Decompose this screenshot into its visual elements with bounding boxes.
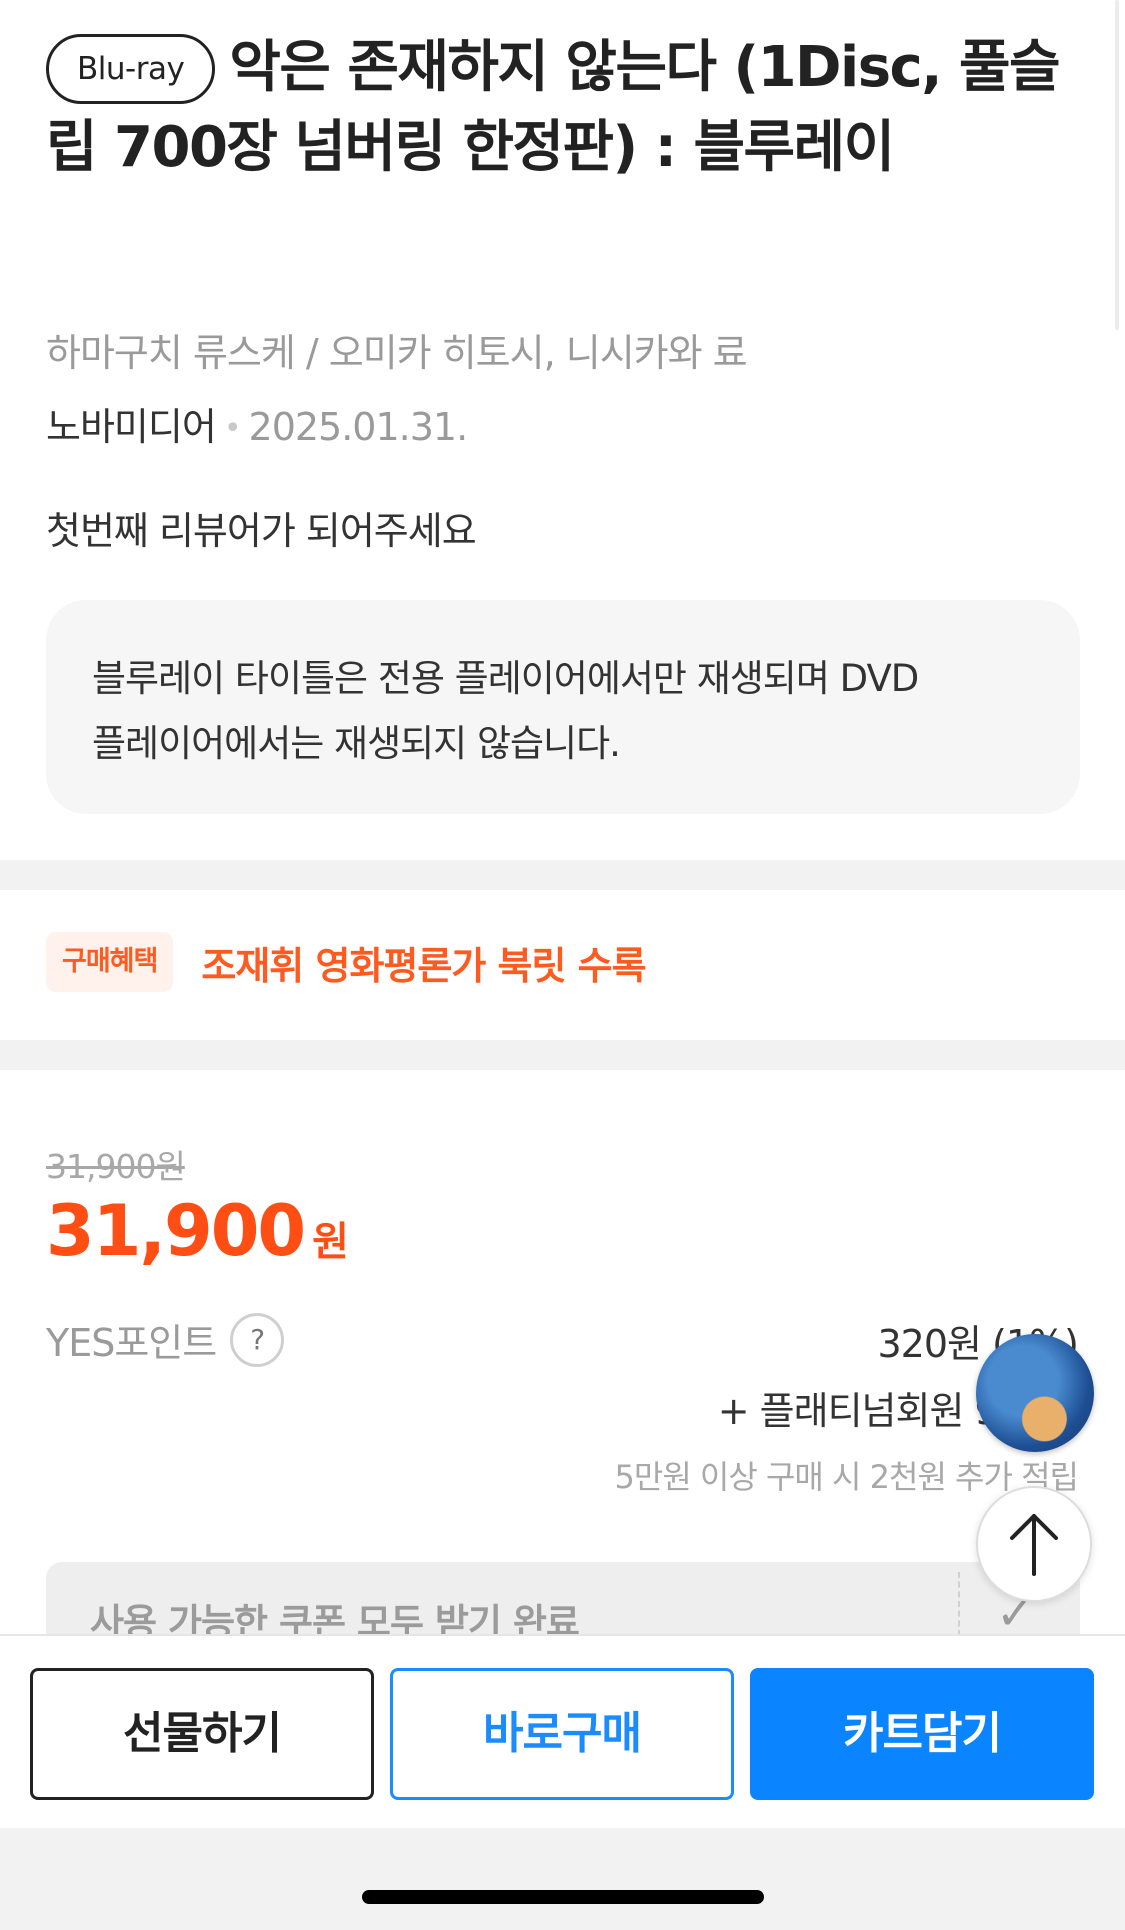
benefit-text: 조재휘 영화평론가 북릿 수록 [201,943,646,988]
purchase-benefit[interactable]: 구매혜택 조재휘 영화평론가 북릿 수록 [46,930,647,994]
notice-line-2: 플레이어에서는 재생되지 않습니다. [92,722,621,765]
sale-price: 31,900 원 [46,1190,349,1272]
separator-dot: • [223,411,242,446]
home-indicator[interactable] [362,1890,764,1904]
home-indicator-area [0,1828,1125,1930]
sale-price-unit: 원 [312,1219,349,1265]
release-date: 2025.01.31. [248,405,469,449]
coupon-download-bar[interactable]: 사용 가능한 쿠폰 모두 받기 완료 ✓ [46,1562,1080,1636]
profile-avatar[interactable] [976,1334,1094,1452]
publisher-name[interactable]: 노바미디어 [46,405,217,449]
original-price: 31,900원 [46,1147,186,1186]
section-divider [0,860,1125,890]
publisher-row: 노바미디어 • 2025.01.31. [46,396,469,451]
points-label-row: YES포인트 ? [46,1312,285,1367]
product-title-block: Blu-ray 악은 존재하지 않는다 (1Disc, 풀슬립 700장 넘버링 … [46,28,1066,188]
arrow-up-icon [1010,1514,1058,1576]
sale-price-number: 31,900 [46,1190,306,1272]
bottom-action-bar: 선물하기 바로구매 카트담기 [0,1634,1125,1830]
coupon-divider [958,1572,960,1636]
benefit-tag: 구매혜택 [46,932,174,992]
format-badge: Blu-ray [46,34,216,104]
coupon-status-text: 사용 가능한 쿠폰 모두 받기 완료 [90,1601,580,1636]
question-circle-icon[interactable]: ? [230,1312,285,1367]
scrollbar[interactable] [1115,0,1119,330]
first-reviewer-link[interactable]: 첫번째 리뷰어가 되어주세요 [46,500,477,555]
notice-line-1: 블루레이 타이틀은 전용 플레이어에서만 재생되며 DVD [92,657,919,700]
product-authors[interactable]: 하마구치 류스케 / 오미카 히토시, 니시카와 료 [46,322,748,377]
points-label: YES포인트 [46,1321,217,1365]
section-divider [0,1040,1125,1070]
buy-now-button[interactable]: 바로구매 [390,1668,734,1800]
gift-button[interactable]: 선물하기 [30,1668,374,1800]
playback-notice: 블루레이 타이틀은 전용 플레이어에서만 재생되며 DVD 플레이어에서는 재생… [46,600,1080,814]
scroll-to-top-button[interactable] [976,1486,1092,1602]
add-to-cart-button[interactable]: 카트담기 [750,1668,1094,1800]
